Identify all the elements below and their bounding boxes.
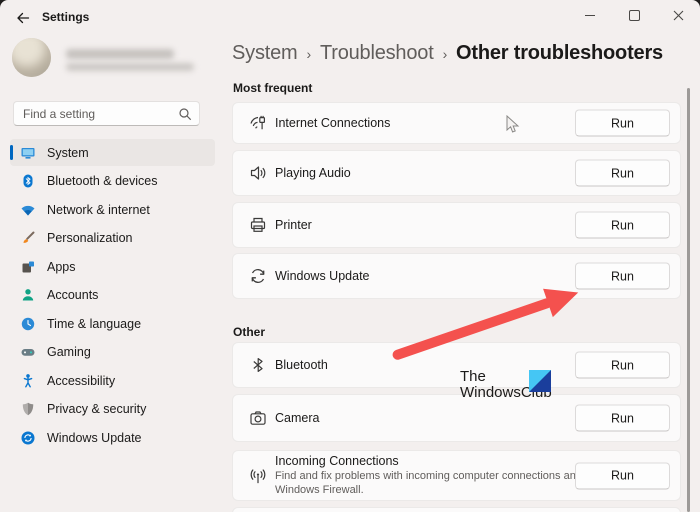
row-bluetooth: Bluetooth Run [232, 342, 681, 388]
row-internet-connections: Internet Connections Run [232, 102, 681, 144]
network-icon [20, 202, 36, 218]
printer-icon [249, 216, 267, 234]
sidebar-item-system[interactable]: System [10, 139, 215, 166]
sidebar-item-label: Gaming [47, 345, 91, 359]
sidebar-item-bluetooth-devices[interactable]: Bluetooth & devices [10, 168, 215, 195]
avatar[interactable] [12, 38, 51, 77]
sidebar-item-gaming[interactable]: Gaming [10, 339, 215, 366]
breadcrumb-troubleshoot[interactable]: Troubleshoot [320, 42, 434, 65]
row-title: Playing Audio [275, 166, 351, 180]
sidebar-item-label: Privacy & security [47, 402, 147, 416]
apps-icon [20, 259, 36, 275]
accounts-person-icon [20, 287, 36, 303]
row-camera: Camera Run [232, 394, 681, 442]
sidebar: System Bluetooth & devices Network & int… [0, 36, 225, 512]
run-button-windows-update[interactable]: Run [575, 262, 670, 290]
user-name-redacted [66, 49, 174, 59]
breadcrumb: System › Troubleshoot › Other troublesho… [232, 42, 663, 65]
back-button[interactable] [8, 5, 38, 31]
row-title: Camera [275, 411, 320, 425]
row-text: Incoming Connections Find and fix proble… [275, 454, 595, 498]
sync-icon [249, 267, 267, 285]
sidebar-item-label: Network & internet [47, 202, 150, 217]
row-description: Find and fix problems with incoming comp… [275, 469, 582, 496]
app-title: Settings [42, 10, 90, 24]
windows-update-icon [20, 430, 36, 446]
settings-window: Settings System [0, 0, 700, 512]
maximize-button[interactable] [612, 0, 656, 30]
run-button-playing-audio[interactable]: Run [575, 159, 670, 187]
titlebar: Settings [0, 0, 700, 36]
page-title: Other troubleshooters [456, 42, 663, 64]
section-label-other: Other [233, 325, 266, 339]
row-title: Incoming Connections [275, 453, 399, 468]
run-button-internet-connections[interactable]: Run [575, 109, 670, 137]
run-button-printer[interactable]: Run [575, 211, 670, 239]
search-box[interactable] [13, 101, 200, 126]
scrollbar[interactable] [687, 88, 690, 512]
shield-icon [20, 401, 36, 417]
bluetooth-rune-icon [249, 356, 267, 374]
internet-connections-icon [249, 114, 267, 132]
search-input[interactable] [14, 106, 178, 121]
bluetooth-badge-icon [20, 173, 36, 189]
row-title: Windows Update [275, 269, 370, 283]
row-incoming-connections: Incoming Connections Find and fix proble… [232, 450, 681, 501]
chevron-right-icon: › [442, 46, 448, 62]
minimize-icon [585, 14, 595, 16]
close-button[interactable] [656, 0, 700, 30]
minimize-button[interactable] [568, 0, 612, 30]
sidebar-item-apps[interactable]: Apps [10, 253, 215, 280]
sidebar-item-privacy-security[interactable]: Privacy & security [10, 396, 215, 423]
row-partial-next [232, 507, 681, 512]
breadcrumb-system[interactable]: System [232, 42, 298, 65]
row-title: Bluetooth [275, 358, 328, 372]
gamepad-icon [20, 344, 36, 360]
run-button-camera[interactable]: Run [575, 404, 670, 432]
sidebar-item-personalization[interactable]: Personalization [10, 225, 215, 252]
run-button-incoming-connections[interactable]: Run [575, 462, 670, 489]
row-printer: Printer Run [232, 202, 681, 248]
system-icon [20, 145, 36, 161]
sidebar-item-label: Personalization [47, 231, 133, 245]
main-content: System › Troubleshoot › Other troublesho… [232, 36, 681, 512]
window-controls [568, 0, 700, 30]
speaker-icon [249, 164, 267, 182]
close-icon [673, 10, 683, 20]
sidebar-item-network-internet[interactable]: Network & internet [10, 196, 215, 223]
accessibility-icon [20, 373, 36, 389]
antenna-icon [249, 467, 267, 485]
search-icon[interactable] [178, 107, 192, 121]
row-playing-audio: Playing Audio Run [232, 150, 681, 196]
sidebar-item-label: Bluetooth & devices [47, 174, 158, 188]
time-language-icon [20, 316, 36, 332]
camera-icon [249, 409, 267, 427]
sidebar-item-time-language[interactable]: Time & language [10, 310, 215, 337]
maximize-icon [628, 9, 640, 21]
selected-accent-bar [10, 145, 13, 160]
section-label-most-frequent: Most frequent [233, 81, 313, 95]
sidebar-item-label: Time & language [47, 316, 142, 331]
personalization-brush-icon [20, 230, 36, 246]
row-windows-update: Windows Update Run [232, 253, 681, 299]
sidebar-item-accounts[interactable]: Accounts [10, 282, 215, 309]
sidebar-item-label: Accessibility [47, 373, 116, 388]
row-title: Internet Connections [275, 116, 391, 130]
avatar-blurred-photo [12, 38, 51, 77]
sidebar-item-accessibility[interactable]: Accessibility [10, 367, 215, 394]
user-email-redacted [66, 63, 194, 71]
run-button-bluetooth[interactable]: Run [575, 351, 670, 379]
sidebar-item-label: Apps [47, 259, 76, 274]
sidebar-item-label: System [47, 145, 89, 160]
sidebar-item-windows-update[interactable]: Windows Update [10, 424, 215, 451]
back-arrow-icon [17, 12, 30, 24]
sidebar-item-label: Accounts [47, 288, 99, 302]
row-title: Printer [275, 218, 312, 232]
sidebar-item-label: Windows Update [47, 430, 142, 445]
chevron-right-icon: › [306, 46, 311, 62]
